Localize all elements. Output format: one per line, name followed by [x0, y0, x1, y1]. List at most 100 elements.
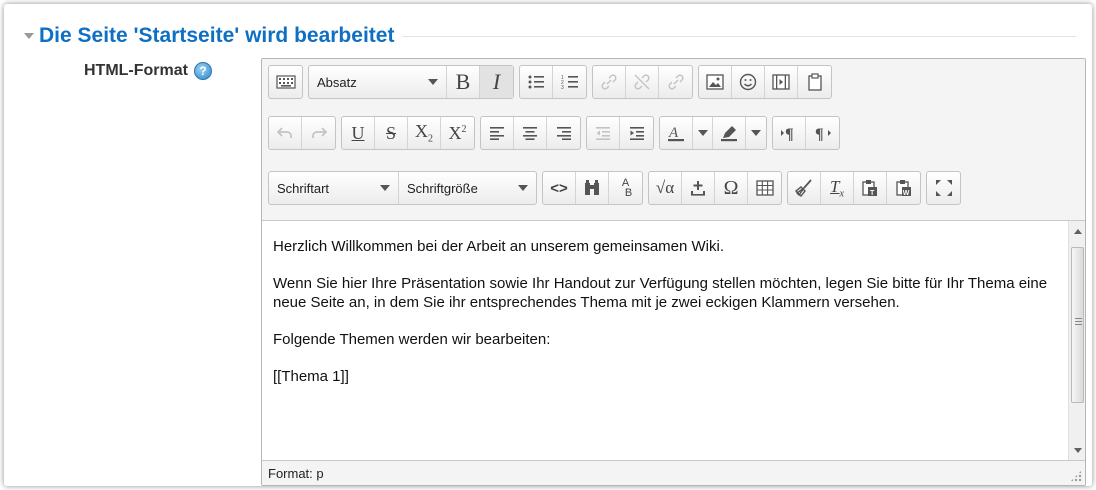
- superscript-button[interactable]: X2: [441, 117, 474, 149]
- subscript-button[interactable]: X2: [408, 117, 441, 149]
- insert-table-button[interactable]: [748, 172, 781, 204]
- editor-scrollbar[interactable]: [1068, 221, 1085, 461]
- link-button[interactable]: [593, 66, 626, 98]
- redo-icon: [311, 127, 327, 138]
- insert-char-button[interactable]: [682, 172, 715, 204]
- subscript-icon: X2: [415, 121, 433, 145]
- search-replace-button[interactable]: [576, 172, 609, 204]
- align-center-button[interactable]: [514, 117, 547, 149]
- equation-icon: √α: [655, 178, 675, 197]
- html-source-button[interactable]: <>: [543, 172, 576, 204]
- scroll-up-icon[interactable]: [1074, 229, 1082, 234]
- outdent-button[interactable]: [587, 117, 620, 149]
- keyboard-icon: [275, 75, 296, 89]
- chevron-down-icon: [751, 130, 761, 136]
- cleanup-button[interactable]: [788, 172, 821, 204]
- element-path[interactable]: Format: p: [268, 466, 324, 481]
- clear-format-button[interactable]: Tx: [821, 172, 854, 204]
- align-left-button[interactable]: [481, 117, 514, 149]
- field-label-html-format: HTML-Format ?: [84, 62, 212, 80]
- subscript-letter: X: [415, 121, 428, 142]
- align-right-button[interactable]: [547, 117, 580, 149]
- toolbar-toggle-button[interactable]: [269, 66, 302, 98]
- section-title[interactable]: Die Seite 'Startseite' wird bearbeitet: [39, 24, 394, 48]
- insert-group: √α Ω: [648, 171, 782, 205]
- insert-image-button[interactable]: [699, 66, 732, 98]
- align-right-icon: [556, 127, 571, 140]
- spellcheck-letter-b: B: [624, 187, 633, 199]
- paragraph-rtl-icon: ¶: [815, 126, 831, 142]
- clear-format-letter: T: [830, 176, 840, 196]
- equation-button[interactable]: √α: [649, 172, 682, 204]
- align-group: [480, 116, 581, 150]
- content-paragraph[interactable]: Herzlich Willkommen bei der Arbeit an un…: [273, 237, 1049, 256]
- strikethrough-button[interactable]: S: [375, 117, 408, 149]
- chevron-down-icon: [518, 185, 528, 191]
- clear-format-icon: Tx: [830, 177, 844, 199]
- section-header[interactable]: Die Seite 'Startseite' wird bearbeitet: [24, 22, 1076, 50]
- paragraph-ltr-icon: ¶: [781, 126, 794, 142]
- numbered-list-button[interactable]: 1 2 3: [553, 66, 586, 98]
- paragraph-format-value: Absatz: [317, 74, 357, 90]
- paste-text-button[interactable]: T: [854, 172, 887, 204]
- clean-group: Tx T W: [787, 171, 921, 205]
- paragraph-format-group: Absatz B I: [308, 65, 514, 99]
- content-paragraph[interactable]: Folgende Themen werden wir bearbeiten:: [273, 330, 1049, 349]
- svg-text:A: A: [668, 125, 679, 141]
- spellcheck-button[interactable]: AB: [609, 172, 642, 204]
- broom-icon: [795, 179, 812, 197]
- content-paragraph[interactable]: Wenn Sie hier Ihre Präsentation sowie Ih…: [273, 274, 1049, 312]
- text-style-group: U S X2 X2: [341, 116, 475, 150]
- paragraph-format-select[interactable]: Absatz: [309, 66, 447, 98]
- insert-emoticon-button[interactable]: [732, 66, 765, 98]
- binoculars-icon: [585, 180, 599, 195]
- paste-word-button[interactable]: W: [887, 172, 920, 204]
- media-group: [698, 65, 832, 99]
- underline-icon: U: [351, 122, 365, 143]
- align-left-icon: [490, 127, 504, 140]
- font-size-select[interactable]: Schriftgröße: [399, 172, 536, 204]
- rtl-button[interactable]: ¶: [806, 117, 839, 149]
- underline-button[interactable]: U: [342, 117, 375, 149]
- fullscreen-button[interactable]: [927, 172, 960, 204]
- italic-button[interactable]: I: [480, 66, 513, 98]
- editor-content[interactable]: Herzlich Willkommen bei der Arbeit an un…: [262, 221, 1085, 461]
- editor-statusbar: Format: p: [262, 460, 1085, 485]
- background-color-button[interactable]: [713, 117, 746, 149]
- clipboard-icon: [807, 73, 822, 91]
- content-paragraph[interactable]: [[Thema 1]]: [273, 367, 1049, 386]
- paste-word-icon: W: [895, 180, 911, 197]
- text-color-dropdown[interactable]: [693, 117, 713, 149]
- special-char-button[interactable]: Ω: [715, 172, 748, 204]
- list-group: 1 2 3: [519, 65, 587, 99]
- indent-icon: [629, 127, 644, 140]
- film-icon: [772, 74, 790, 90]
- scroll-down-icon[interactable]: [1074, 448, 1082, 453]
- toolbar-row-3: Schriftart Schriftgröße <> A B √α Ω Tx T…: [268, 171, 961, 205]
- font-family-select[interactable]: Schriftart: [269, 172, 399, 204]
- toolbar-toggle-group: [268, 65, 303, 99]
- editor-toolbar: Absatz B I 1 2 3 U S X2 X2 A ¶ ¶ Schrift…: [262, 59, 1085, 221]
- bullet-list-button[interactable]: [520, 66, 553, 98]
- text-color-button[interactable]: A: [660, 117, 693, 149]
- background-color-dropdown[interactable]: [746, 117, 766, 149]
- indent-button[interactable]: [620, 117, 653, 149]
- manage-files-button[interactable]: [798, 66, 831, 98]
- bold-button[interactable]: B: [447, 66, 480, 98]
- field-label-text: HTML-Format: [84, 62, 188, 79]
- redo-button[interactable]: [302, 117, 335, 149]
- tools-group: <> AB: [542, 171, 643, 205]
- undo-button[interactable]: [269, 117, 302, 149]
- insert-media-button[interactable]: [765, 66, 798, 98]
- code-icon: <>: [550, 179, 568, 197]
- scrollbar-thumb[interactable]: [1071, 247, 1084, 403]
- ltr-button[interactable]: ¶: [773, 117, 806, 149]
- anchor-link-icon: [667, 74, 684, 90]
- unlink-button[interactable]: [626, 66, 659, 98]
- help-icon[interactable]: ?: [193, 62, 212, 80]
- bullet-list-icon: [528, 75, 544, 89]
- collapse-triangle-icon[interactable]: [24, 33, 34, 39]
- chevron-down-icon: [697, 130, 708, 136]
- resize-handle-icon[interactable]: [1070, 470, 1082, 482]
- anchor-button[interactable]: [659, 66, 692, 98]
